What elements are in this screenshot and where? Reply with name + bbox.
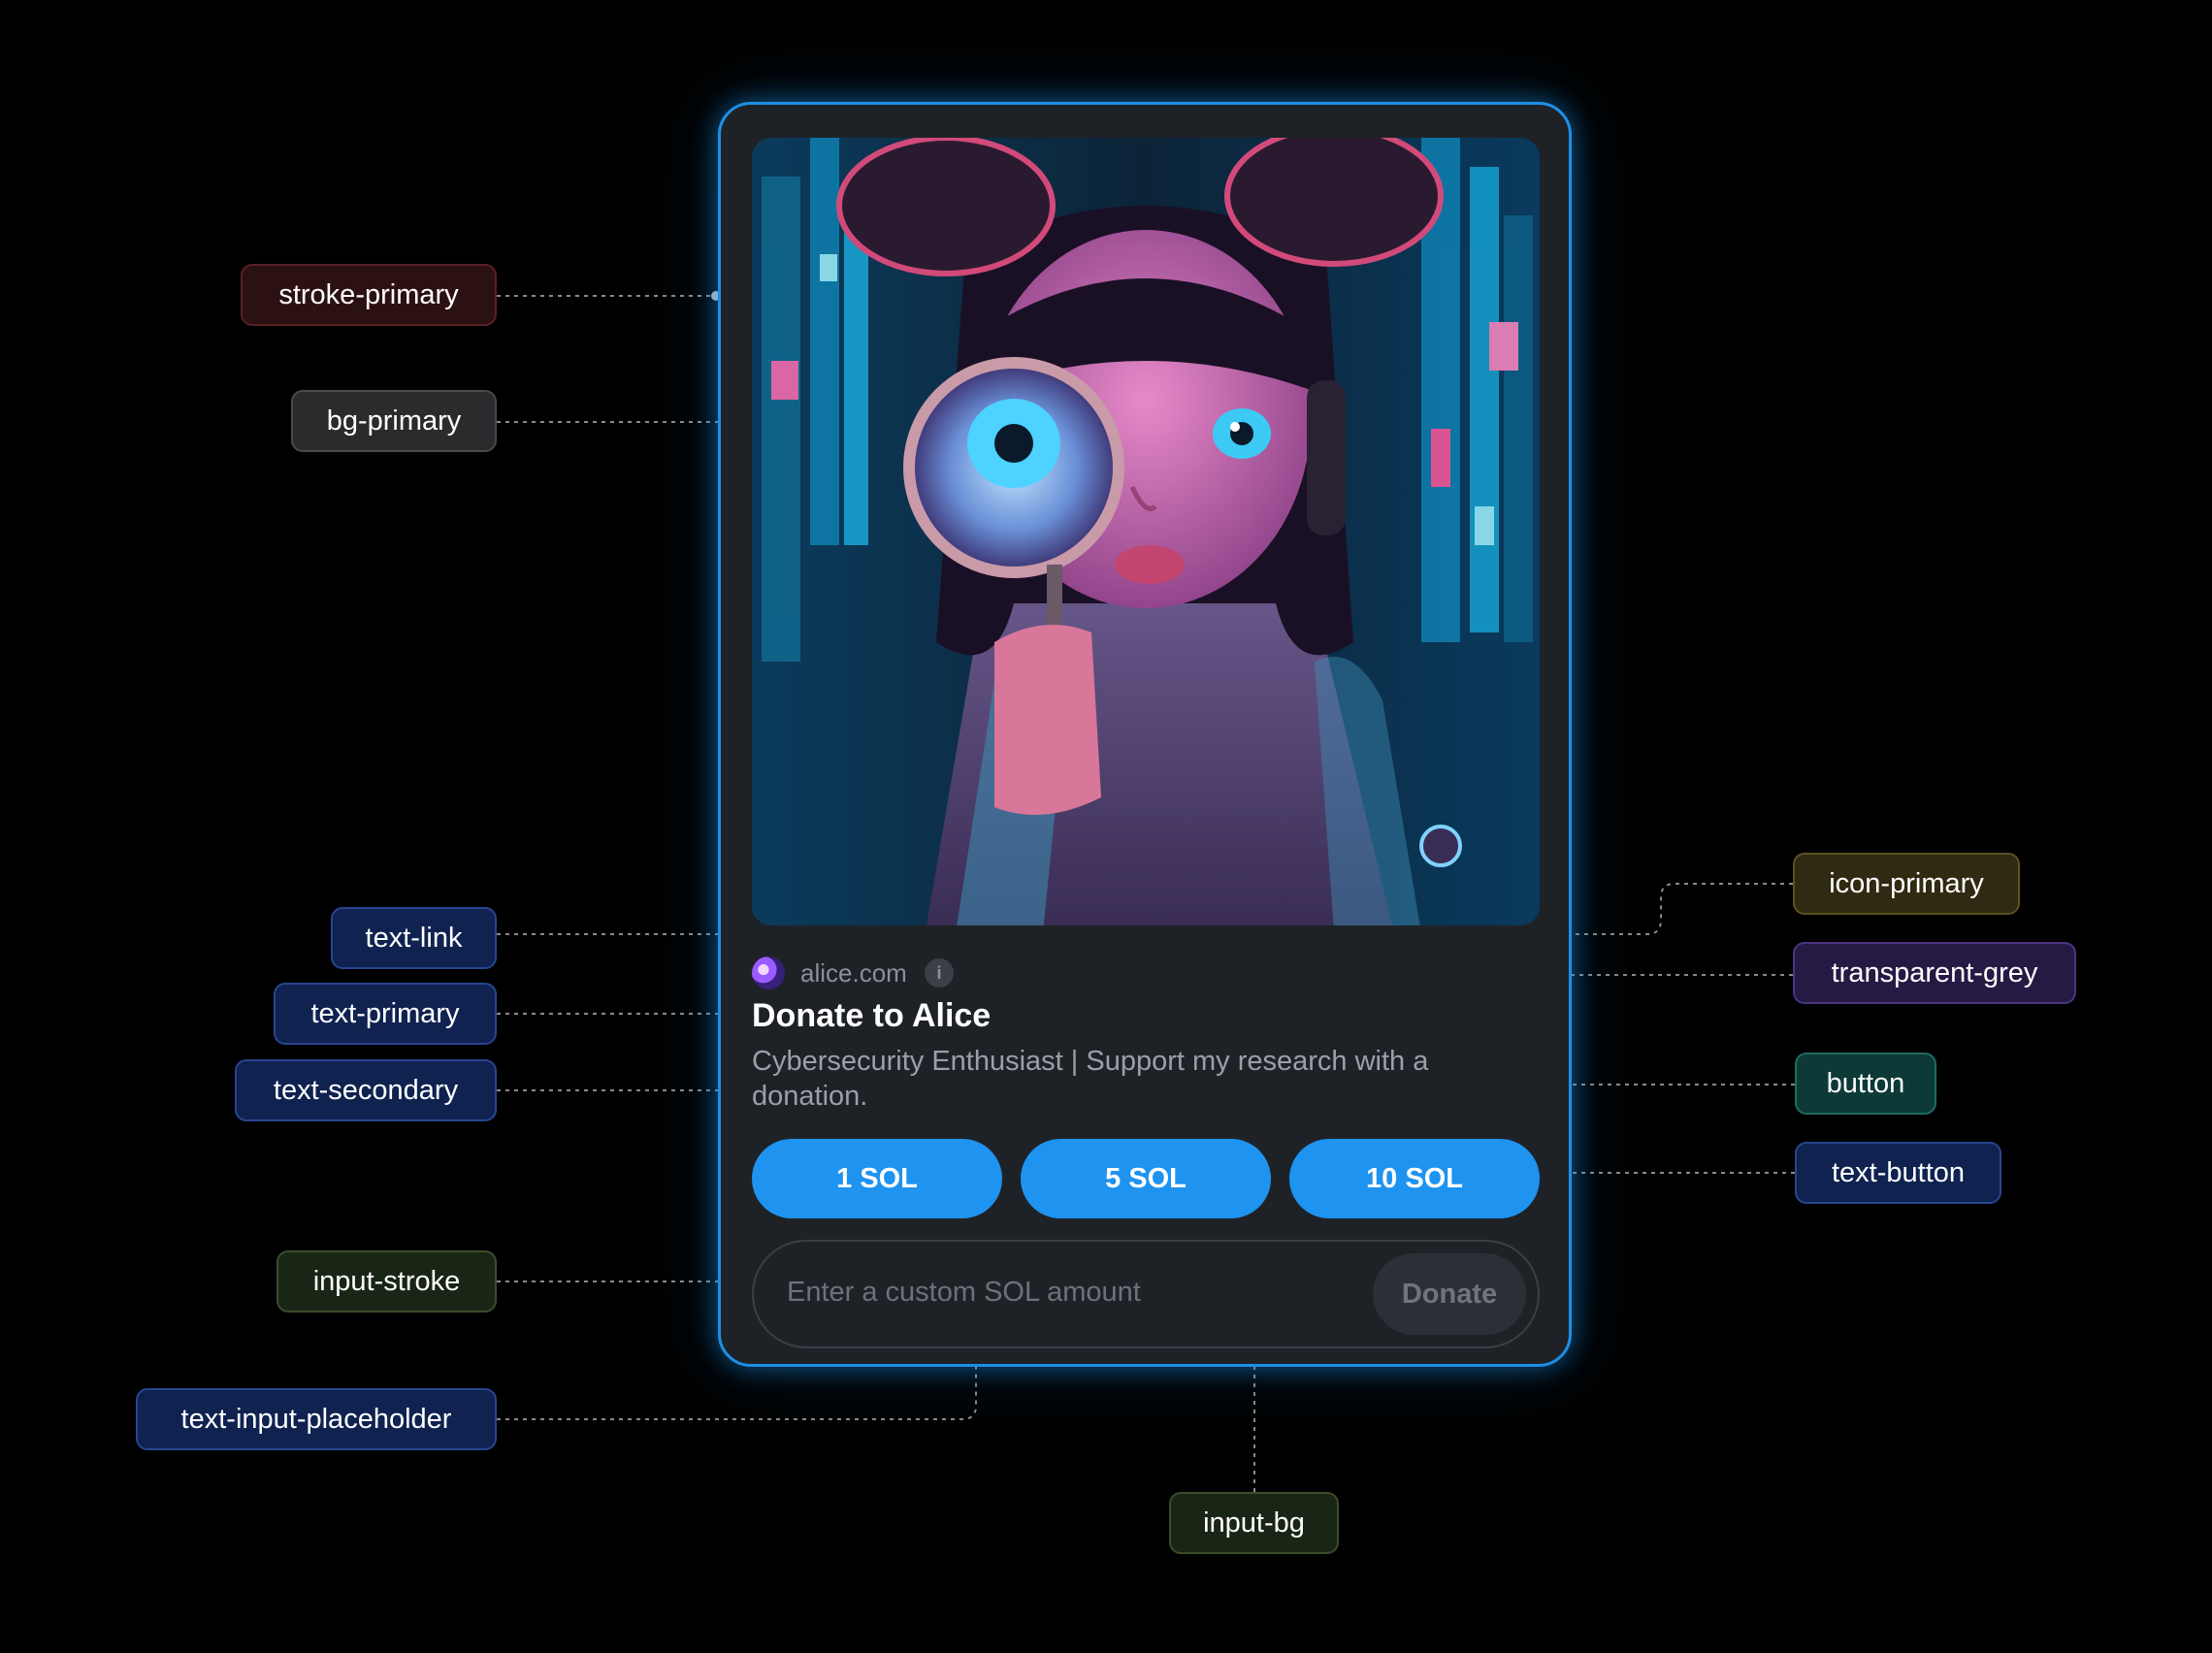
amount-button-1[interactable]: 1 SOL [752,1139,1002,1218]
label-input-stroke: input-stroke [276,1250,497,1313]
label-stroke-primary: stroke-primary [241,264,497,326]
label-bg-primary: bg-primary [291,390,497,452]
hero-image [752,138,1540,925]
label-text-button: text-button [1795,1142,2001,1204]
custom-amount-input[interactable]: Enter a custom SOL amount Donate [752,1240,1540,1348]
site-meta-row: alice.com i [752,951,1540,997]
amount-button-5[interactable]: 5 SOL [1021,1139,1271,1218]
card-title: Donate to Alice [752,997,992,1034]
amount-button-10[interactable]: 10 SOL [1289,1139,1540,1218]
site-favicon-icon [752,956,785,989]
label-text-input-placeholder: text-input-placeholder [136,1388,497,1450]
label-text-secondary: text-secondary [235,1059,497,1121]
donation-card: alice.com i Donate to Alice Cybersecurit… [718,102,1572,1367]
card-description: Cybersecurity Enthusiast | Support my re… [752,1046,1429,1112]
info-icon[interactable]: i [925,958,954,988]
site-link[interactable]: alice.com [800,958,907,989]
custom-amount-placeholder: Enter a custom SOL amount [787,1277,1141,1308]
label-text-link: text-link [331,907,497,969]
label-icon-primary: icon-primary [1793,853,2020,915]
label-text-primary: text-primary [274,983,497,1045]
label-input-bg: input-bg [1169,1492,1339,1554]
label-button: button [1795,1053,1936,1115]
label-transparent-grey: transparent-grey [1793,942,2076,1004]
donate-button[interactable]: Donate [1373,1253,1526,1335]
